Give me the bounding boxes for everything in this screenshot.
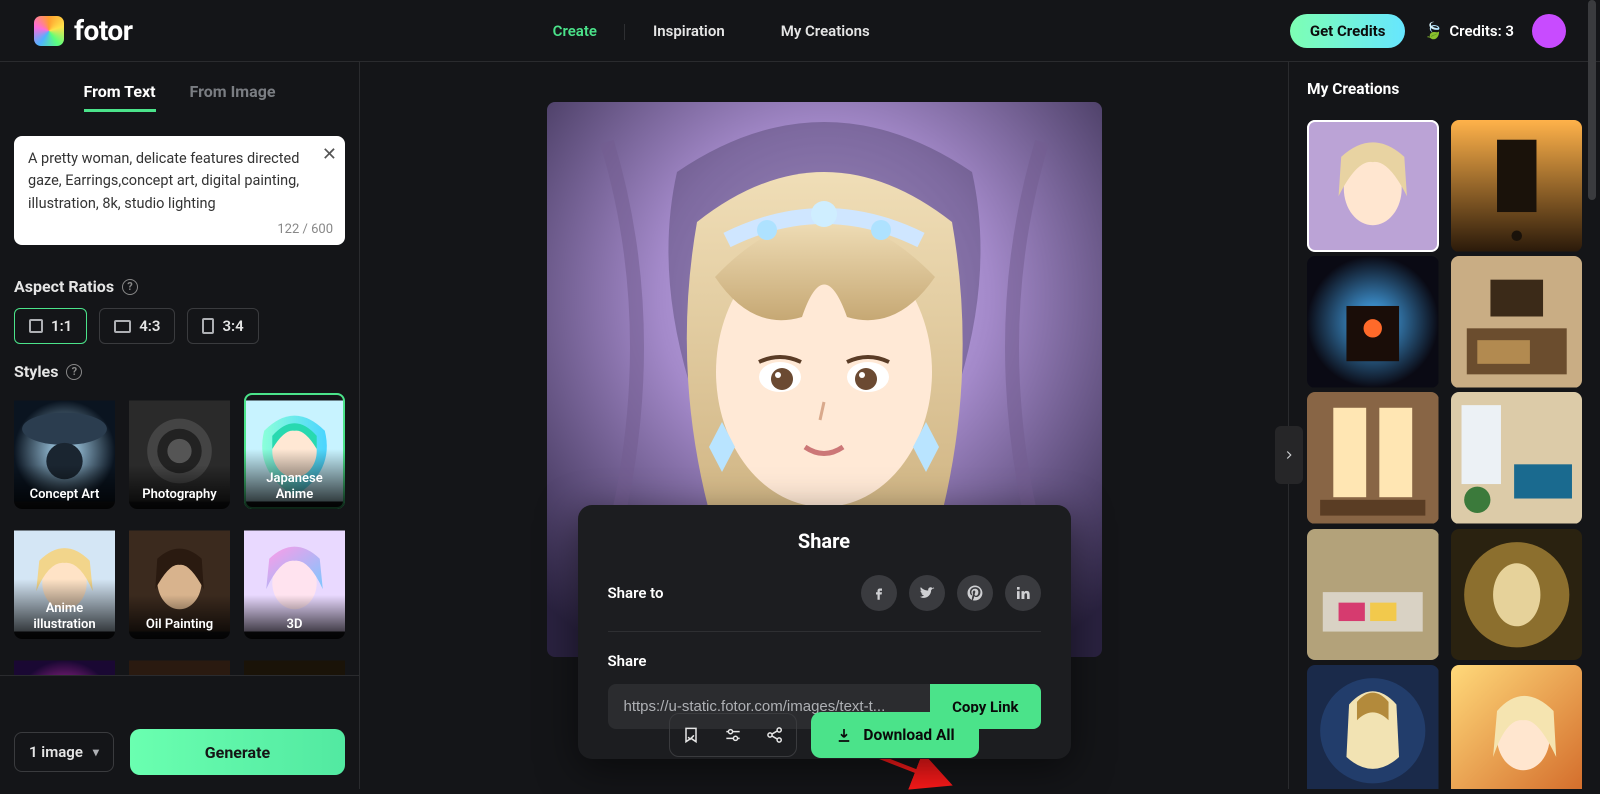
share-title: Share — [608, 529, 1041, 553]
tab-from-image[interactable]: From Image — [190, 82, 276, 112]
header: fotor Create Inspiration My Creations Ge… — [0, 0, 1600, 62]
center-panel: Share Share to Share Copy Link — [360, 62, 1288, 789]
landscape-icon — [114, 320, 131, 333]
nav-inspiration[interactable]: Inspiration — [625, 22, 753, 40]
creation-thumb[interactable] — [1451, 256, 1583, 388]
creation-thumb[interactable] — [1307, 392, 1439, 524]
style-anime-illustration[interactable]: Anime illustration — [14, 523, 115, 639]
sidebar-scroll: Aspect Ratios ? 1:1 4:3 3:4 Styles ? Con… — [0, 259, 359, 675]
sidebar-left: From Text From Image A pretty woman, del… — [0, 62, 360, 789]
top-nav: Create Inspiration My Creations — [133, 22, 1290, 40]
prompt-box: A pretty woman, delicate features direct… — [14, 136, 345, 245]
facebook-icon[interactable] — [861, 575, 897, 611]
creations-grid — [1307, 120, 1582, 789]
sliders-icon[interactable] — [712, 714, 754, 756]
style-label: Anime illustration — [14, 579, 115, 639]
style-label: Japanese Anime — [244, 449, 345, 509]
aspect-title: Aspect Ratios ? — [14, 277, 345, 296]
style-photography[interactable]: Photography — [129, 393, 230, 509]
download-all-label: Download All — [863, 726, 954, 744]
twitter-icon[interactable] — [909, 575, 945, 611]
creation-thumb[interactable] — [1451, 392, 1583, 524]
chevron-down-icon: ▾ — [93, 745, 99, 759]
style-more-2[interactable] — [129, 653, 230, 675]
style-oil-painting[interactable]: Oil Painting — [129, 523, 230, 639]
creation-thumb[interactable] — [1451, 529, 1583, 661]
sidebar-right: My Creations — [1288, 62, 1600, 789]
style-japanese-anime[interactable]: Japanese Anime — [244, 393, 345, 509]
logo-text: fotor — [74, 14, 133, 47]
style-label: Oil Painting — [129, 595, 230, 640]
creation-thumb[interactable] — [1307, 529, 1439, 661]
sidebar-bottom-spacer — [0, 675, 359, 715]
aspect-title-text: Aspect Ratios — [14, 277, 114, 296]
image-count-select[interactable]: 1 image ▾ — [14, 732, 114, 772]
carousel-right-button[interactable] — [1275, 426, 1303, 484]
header-right: Get Credits 🍃 Credits: 3 — [1290, 14, 1566, 48]
share-to-label: Share to — [608, 584, 664, 602]
square-icon — [29, 319, 43, 333]
share-link-label: Share — [608, 652, 1041, 670]
prompt-input[interactable]: A pretty woman, delicate features direct… — [28, 148, 331, 215]
input-mode-tabs: From Text From Image — [0, 62, 359, 122]
aspect-ratio-row: 1:1 4:3 3:4 — [14, 308, 345, 344]
scrollbar-track — [1588, 0, 1596, 789]
share-to-row: Share to — [608, 575, 1041, 632]
get-credits-button[interactable]: Get Credits — [1290, 14, 1406, 48]
image-count-label: 1 image — [29, 743, 83, 761]
style-label: 3D — [244, 595, 345, 640]
styles-title-text: Styles — [14, 362, 58, 381]
my-creations-title: My Creations — [1307, 80, 1582, 98]
nav-create[interactable]: Create — [525, 22, 625, 40]
download-all-button[interactable]: Download All — [811, 712, 978, 758]
share-icon[interactable] — [754, 714, 796, 756]
credits-label: Credits: 3 — [1449, 22, 1514, 40]
creation-thumb[interactable] — [1307, 665, 1439, 789]
ratio-3-4[interactable]: 3:4 — [187, 308, 258, 344]
pinterest-icon[interactable] — [957, 575, 993, 611]
portrait-icon — [202, 318, 214, 334]
styles-title: Styles ? — [14, 362, 345, 381]
social-icons — [861, 575, 1041, 611]
prompt-char-count: 122 / 600 — [277, 222, 333, 237]
bookmark-icon[interactable] — [670, 714, 712, 756]
scrollbar-thumb[interactable] — [1588, 0, 1596, 200]
action-bar: Download All — [669, 712, 978, 758]
creation-thumb[interactable] — [1307, 120, 1439, 252]
style-concept-art[interactable]: Concept Art — [14, 393, 115, 509]
style-label: Concept Art — [14, 465, 115, 510]
styles-grid: Concept Art Photography Japanese Anime A… — [14, 393, 345, 639]
leaf-icon: 🍃 — [1423, 21, 1443, 40]
linkedin-icon[interactable] — [1005, 575, 1041, 611]
creation-thumb[interactable] — [1451, 665, 1583, 789]
style-more-1[interactable] — [14, 653, 115, 675]
logo-icon — [34, 16, 64, 46]
download-icon — [835, 726, 853, 744]
info-icon[interactable]: ? — [66, 364, 82, 380]
credits-display[interactable]: 🍃 Credits: 3 — [1423, 21, 1514, 40]
sidebar-footer: 1 image ▾ Generate — [0, 715, 359, 789]
generate-button[interactable]: Generate — [130, 729, 345, 775]
styles-partial-row — [14, 653, 345, 675]
ratio-1-1[interactable]: 1:1 — [14, 308, 87, 344]
info-icon[interactable]: ? — [122, 279, 138, 295]
nav-my-creations[interactable]: My Creations — [753, 22, 898, 40]
clear-prompt-icon[interactable]: ✕ — [322, 144, 337, 165]
tab-from-text[interactable]: From Text — [84, 82, 156, 112]
prompt-wrap: A pretty woman, delicate features direct… — [0, 122, 359, 259]
style-more-3[interactable] — [244, 653, 345, 675]
style-label: Photography — [129, 465, 230, 510]
logo[interactable]: fotor — [34, 14, 133, 47]
avatar[interactable] — [1532, 14, 1566, 48]
ratio-4-3[interactable]: 4:3 — [99, 308, 175, 344]
main: From Text From Image A pretty woman, del… — [0, 62, 1600, 789]
creation-thumb[interactable] — [1451, 120, 1583, 252]
creation-thumb[interactable] — [1307, 256, 1439, 388]
action-icon-group — [669, 713, 797, 757]
style-3d[interactable]: 3D — [244, 523, 345, 639]
